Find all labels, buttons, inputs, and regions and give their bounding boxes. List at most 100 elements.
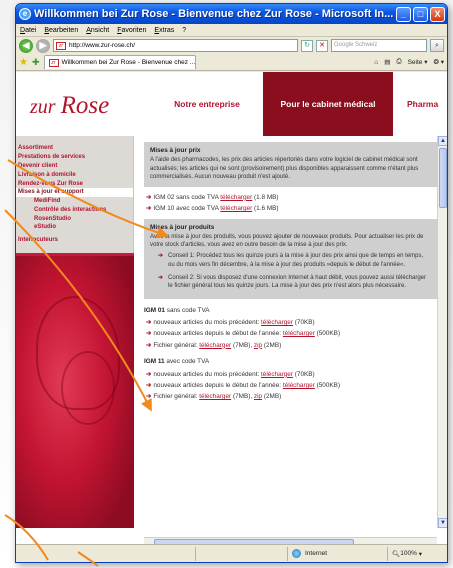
refresh-icon[interactable]: ↻ xyxy=(301,39,313,52)
download-size: (1.8 MB) xyxy=(254,193,279,201)
nav-cabinet-medical[interactable]: Pour le cabinet médical xyxy=(263,72,393,136)
download-size: (500KB) xyxy=(316,330,341,338)
sidebar-item-interlocuteurs[interactable]: Interlocuteurs xyxy=(16,236,133,245)
igm11-title-bold: IGM 11 xyxy=(144,358,165,366)
arrow-right-icon: ➔ xyxy=(146,330,152,338)
vertical-scrollbar[interactable]: ▲ ▼ xyxy=(437,136,447,528)
address-input[interactable]: zr http://www.zur-rose.ch/ xyxy=(53,39,298,52)
download-link-igm10[interactable]: télécharger xyxy=(220,205,252,212)
logo-main: Rose xyxy=(60,92,110,119)
print-icon[interactable]: ⎙ xyxy=(396,58,401,66)
logo-prefix: zur xyxy=(30,96,56,118)
price-update-box: Mises à jour prix A l'aide des pharmacod… xyxy=(144,142,437,188)
menu-datei[interactable]: Datei xyxy=(20,27,36,34)
download-label: nouveaux articles du mois précédent: xyxy=(153,370,260,378)
download-link[interactable]: télécharger xyxy=(283,330,315,337)
menu-ansicht[interactable]: Ansicht xyxy=(86,27,109,34)
sidebar-item-mises-a-jour[interactable]: Mises à jour et support xyxy=(16,187,133,197)
title-bar[interactable]: e Willkommen bei Zur Rose - Bienvenue ch… xyxy=(16,4,447,24)
arrow-right-icon: ➔ xyxy=(146,193,152,201)
arrow-right-icon: ➔ xyxy=(146,341,152,349)
download-label: nouveaux articles depuis le début de l'a… xyxy=(153,381,282,389)
window-title: Willkommen bei Zur Rose - Bienvenue chez… xyxy=(34,8,394,20)
download-link[interactable]: télécharger xyxy=(261,371,293,378)
tab-favicon-icon: zr xyxy=(48,58,59,67)
sidebar-item-controle[interactable]: Contrôle des interactions xyxy=(16,205,133,214)
nav-notre-entreprise[interactable]: Notre entreprise xyxy=(151,72,263,136)
feeds-icon[interactable]: ▤ xyxy=(384,58,390,66)
search-input[interactable]: Google Schweiz xyxy=(331,39,427,52)
sidebar-item-prestations[interactable]: Prestations de services xyxy=(16,153,133,162)
menu-favoriten[interactable]: Favoriten xyxy=(117,27,146,34)
tools-menu[interactable]: ❂ ▾ xyxy=(433,58,444,66)
stop-icon[interactable]: ✕ xyxy=(316,39,328,52)
igm11-title: IGM 11 avec code TVA xyxy=(144,358,437,365)
home-icon[interactable]: ⌂ xyxy=(374,59,378,66)
zur-rose-logo[interactable]: zur Rose xyxy=(16,72,151,136)
add-favorite-icon[interactable]: ✚ xyxy=(32,57,40,68)
price-update-heading: Mises à jour prix xyxy=(150,147,201,154)
download-row: ➔ IGM 10 avec code TVA télécharger (1.6 M… xyxy=(144,202,437,213)
download-size: (500KB) xyxy=(316,381,341,389)
sidebar-item-assortiment[interactable]: Assortiment xyxy=(16,144,133,153)
photo-background: e Willkommen bei Zur Rose - Bienvenue ch… xyxy=(0,0,453,568)
favorites-star-icon[interactable]: ★ xyxy=(19,57,28,68)
sidebar-item-rosenstudio[interactable]: RosenStudio xyxy=(16,214,133,223)
download-link-igm02[interactable]: télécharger xyxy=(220,194,252,201)
zoom-cell[interactable]: 🔍︎ 100% ▾ xyxy=(387,546,447,561)
arrow-right-icon: ➔ xyxy=(146,204,152,212)
download-size: (2MB) xyxy=(263,341,282,349)
search-icon[interactable]: ⌕ xyxy=(430,39,444,52)
site-body: Assortiment Prestations de services Deve… xyxy=(16,136,447,528)
zone-cell: Internet xyxy=(287,546,387,561)
site-header: zur Rose Notre entreprise Pour le cabine… xyxy=(16,72,447,136)
menu-help[interactable]: ? xyxy=(182,27,186,34)
menu-extras[interactable]: Extras xyxy=(154,27,174,34)
download-size: (70KB) xyxy=(294,319,315,327)
download-link[interactable]: télécharger xyxy=(199,393,231,400)
igm01-title-rest: sans code TVA xyxy=(166,306,210,314)
tip-item: ➔ Conseil 1: Procédez tous les quinze jo… xyxy=(150,249,431,271)
download-label: Fichier général: xyxy=(153,341,198,349)
download-row: ➔ IGM 02 sans code TVA télécharger (1.8 M… xyxy=(144,191,437,202)
download-label: IGM 10 avec code TVA xyxy=(153,204,219,212)
forward-arrow-icon[interactable]: ▶ xyxy=(36,38,50,53)
scroll-thumb[interactable] xyxy=(439,148,447,208)
address-bar-row: ◀ ▶ zr http://www.zur-rose.ch/ ↻ ✕ Googl… xyxy=(16,37,447,54)
igm01-title-bold: IGM 01 xyxy=(144,306,165,314)
download-size: (1.6 MB) xyxy=(254,204,279,212)
nav-pharma[interactable]: Pharma xyxy=(393,72,447,136)
sidebar-item-estudio[interactable]: eStudio xyxy=(16,223,133,232)
zip-link[interactable]: zip xyxy=(254,393,262,400)
download-size: (2MB) xyxy=(263,393,282,401)
browser-tab[interactable]: zr Willkommen bei Zur Rose - Bienvenue c… xyxy=(43,55,196,69)
page-menu[interactable]: Seite ▾ xyxy=(408,58,428,66)
scroll-up-icon[interactable]: ▲ xyxy=(438,136,447,146)
zip-link[interactable]: zip xyxy=(254,342,262,349)
download-link[interactable]: télécharger xyxy=(261,319,293,326)
back-arrow-icon[interactable]: ◀ xyxy=(19,38,33,53)
zoom-icon: 🔍︎ xyxy=(392,550,401,558)
scroll-down-icon[interactable]: ▼ xyxy=(438,518,447,528)
download-label: Fichier général: xyxy=(153,393,198,401)
menu-bar: Datei Bearbeiten Ansicht Favoriten Extra… xyxy=(16,24,447,37)
sidebar-item-devenir-client[interactable]: Devenir client xyxy=(16,162,133,171)
sidebar-item-rendez-vous[interactable]: Rendez-vous Zur Rose xyxy=(16,179,133,188)
sidebar-item-medifind[interactable]: MediFind xyxy=(16,197,133,206)
download-link[interactable]: télécharger xyxy=(199,342,231,349)
browser-window: e Willkommen bei Zur Rose - Bienvenue ch… xyxy=(15,3,448,563)
download-label: IGM 02 sans code TVA xyxy=(153,193,219,201)
download-row: ➔ nouveaux articles depuis le début de l'… xyxy=(144,379,437,390)
menu-bearbeiten[interactable]: Bearbeiten xyxy=(44,27,78,34)
sidebar-item-livraison[interactable]: Livraison à domicile xyxy=(16,170,133,179)
maximize-button[interactable]: □ xyxy=(413,6,428,22)
download-link[interactable]: télécharger xyxy=(283,382,315,389)
rose-petal-image xyxy=(16,256,134,528)
close-button[interactable]: X xyxy=(430,6,445,22)
zoom-dropdown-icon: ▾ xyxy=(416,550,422,558)
download-size: (7MB), xyxy=(232,341,253,349)
arrow-right-icon: ➔ xyxy=(146,381,152,389)
download-row: ➔ Fichier général: télécharger (7MB), zip… xyxy=(144,391,437,402)
minimize-button[interactable]: _ xyxy=(396,6,411,22)
zoom-label: 100% xyxy=(400,550,417,557)
